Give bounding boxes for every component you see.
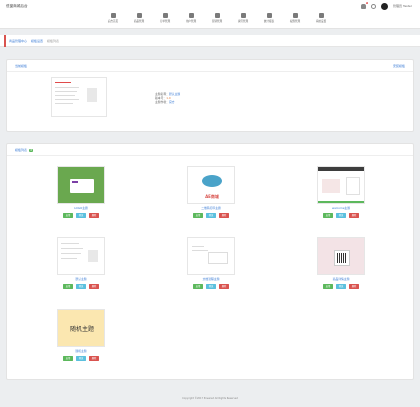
theme-count-badge: 8: [29, 149, 34, 152]
theme-thumbnail: [57, 166, 105, 204]
breadcrumb-item-2[interactable]: 模板设置: [31, 39, 43, 43]
nav-item-news[interactable]: 资讯管理: [230, 13, 256, 27]
delete-button[interactable]: 删除: [349, 284, 359, 289]
delete-button[interactable]: 删除: [219, 284, 229, 289]
nav-item-products[interactable]: 商品管理: [126, 13, 152, 27]
preview-button[interactable]: 预览: [76, 356, 86, 361]
current-theme-info: 主题名称：默认主题 版本号：1.0 主题作者：官方: [155, 92, 181, 105]
theme-card: 商品详情主题 启用 预览 删除: [315, 237, 367, 289]
preview-button[interactable]: 预览: [76, 213, 86, 218]
list-icon: [188, 13, 194, 18]
gear-icon: [318, 13, 324, 18]
theme-card: 随机主题 随机主题 启用 预览 删除: [55, 309, 107, 361]
theme-name: LOGO主题: [74, 206, 88, 210]
nav-item-stats[interactable]: 统计报表: [256, 13, 282, 27]
enable-button[interactable]: 启用: [63, 356, 73, 361]
delete-button[interactable]: 删除: [349, 213, 359, 218]
preview-button[interactable]: 预览: [76, 284, 86, 289]
delete-button[interactable]: 删除: [89, 284, 99, 289]
home-icon: [110, 13, 116, 18]
shield-icon: [240, 13, 246, 18]
theme-list-panel: 模板列表 8 LOGO主题 启用 预览 删除 AE商城 二维码打印主题 启用 预览…: [6, 143, 414, 380]
theme-thumbnail: [57, 237, 105, 275]
theme-card: LOGO主题 启用 预览 删除: [55, 166, 107, 218]
current-theme-panel: 当前模板 安装模板 主题名称：默认主题 版本号：1.0 主题作者：官方: [6, 59, 414, 132]
grid-icon: [214, 13, 220, 18]
theme-name: welcome主题: [331, 206, 351, 210]
current-theme-thumbnail: [51, 77, 107, 117]
theme-name: 随机主题: [75, 349, 87, 353]
nav-item-orders[interactable]: 订单管理: [152, 13, 178, 27]
footer-copyright: Copyright ©2017 Powered All Rights Reser…: [182, 397, 238, 400]
preview-button[interactable]: 预览: [206, 284, 216, 289]
theme-thumbnail: 随机主题: [57, 309, 105, 347]
current-theme-title: 当前模板: [15, 64, 28, 68]
breadcrumb-marker: [4, 35, 6, 47]
nav-item-marketing[interactable]: 营销管理: [204, 13, 230, 27]
theme-list-title: 模板列表 8: [15, 148, 34, 152]
theme-thumbnail: [187, 237, 235, 275]
bell-icon[interactable]: 1: [361, 1, 369, 9]
breadcrumb: 商品管理中心 模板设置 模板列表: [0, 35, 420, 47]
top-navbar: 低窗商城后台 后台首页 商品管理 订单管理 用户管理 营销管理 资讯管理 统计报…: [0, 0, 420, 29]
breadcrumb-item-1[interactable]: 商品管理中心: [9, 39, 27, 43]
theme-name: 默认主题: [75, 277, 87, 281]
main-nav: 后台首页 商品管理 订单管理 用户管理 营销管理 资讯管理 统计报表 权限管理 …: [100, 13, 334, 27]
theme-card: 默认主题 启用 预览 删除: [55, 237, 107, 289]
delete-button[interactable]: 删除: [89, 356, 99, 361]
nav-item-home[interactable]: 后台首页: [100, 13, 126, 27]
nav-item-permissions[interactable]: 权限管理: [282, 13, 308, 27]
brand-title: 低窗商城后台: [6, 4, 28, 8]
theme-name: 二维码打印主题: [201, 206, 221, 210]
username[interactable]: 管理员 Tester: [393, 4, 412, 8]
install-theme-link[interactable]: 安装模板: [393, 64, 405, 68]
nav-item-users[interactable]: 用户管理: [178, 13, 204, 27]
theme-name: 文档流程主题: [202, 277, 220, 281]
theme-thumbnail: AE商城: [187, 166, 235, 204]
notification-badge: 1: [365, 1, 369, 4]
enable-button[interactable]: 启用: [323, 284, 333, 289]
nav-item-settings[interactable]: 系统设置: [308, 13, 334, 27]
box-icon: [136, 13, 142, 18]
users-icon: [292, 13, 298, 18]
theme-thumbnail: [317, 237, 365, 275]
enable-button[interactable]: 启用: [193, 213, 203, 218]
delete-button[interactable]: 删除: [219, 213, 229, 218]
preview-button[interactable]: 预览: [336, 213, 346, 218]
theme-author-value: 官方: [169, 100, 175, 105]
enable-button[interactable]: 启用: [323, 213, 333, 218]
enable-button[interactable]: 启用: [63, 284, 73, 289]
preview-button[interactable]: 预览: [206, 213, 216, 218]
breadcrumb-item-3: 模板列表: [47, 39, 60, 43]
user-area: 1 管理员 Tester: [361, 1, 412, 10]
enable-button[interactable]: 启用: [63, 213, 73, 218]
delete-button[interactable]: 删除: [89, 213, 99, 218]
theme-card: AE商城 二维码打印主题 启用 预览 删除: [185, 166, 237, 218]
theme-card: 文档流程主题 启用 预览 删除: [185, 237, 237, 289]
theme-name: 商品详情主题: [332, 277, 350, 281]
avatar[interactable]: [381, 2, 389, 10]
theme-thumbnail: [317, 166, 365, 204]
preview-button[interactable]: 预览: [336, 284, 346, 289]
settings-gear-icon[interactable]: [371, 3, 377, 9]
clock-icon: [266, 13, 272, 18]
chart-icon: [162, 13, 168, 18]
theme-card: welcome主题 启用 预览 删除: [315, 166, 367, 218]
enable-button[interactable]: 启用: [193, 284, 203, 289]
